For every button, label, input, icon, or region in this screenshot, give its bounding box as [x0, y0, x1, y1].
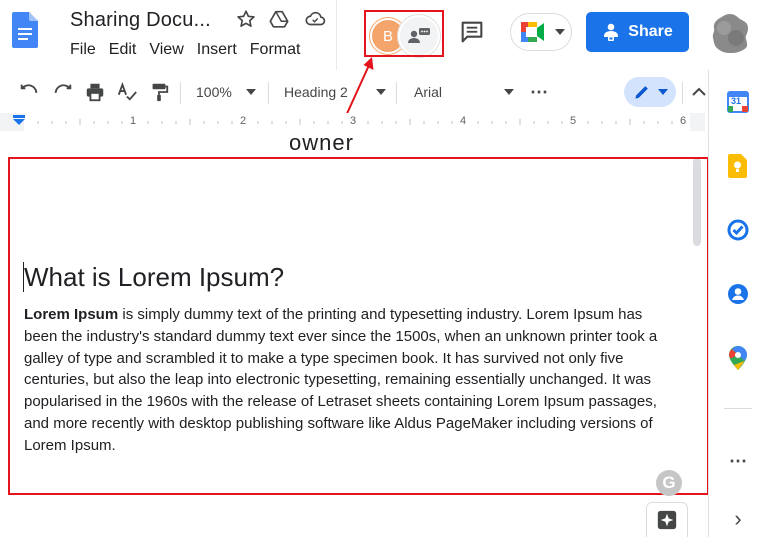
- print-icon[interactable]: [84, 74, 106, 110]
- menu-insert[interactable]: Insert: [197, 41, 244, 63]
- undo-icon[interactable]: [18, 74, 40, 110]
- account-avatar[interactable]: [708, 12, 752, 56]
- meet-button[interactable]: [510, 13, 572, 51]
- spelling-check-icon[interactable]: [116, 74, 138, 110]
- cloud-saved-icon[interactable]: [303, 8, 327, 32]
- style-dropdown-icon: [375, 89, 386, 95]
- calendar-day: 31: [731, 96, 742, 106]
- menu-bar: File Edit View Insert Format: [70, 41, 313, 63]
- maps-icon[interactable]: [722, 342, 754, 374]
- zoom-value: 100%: [196, 84, 232, 100]
- redo-icon[interactable]: [52, 74, 74, 110]
- share-button[interactable]: Share: [586, 12, 689, 52]
- zoom-dropdown-icon: [245, 89, 256, 95]
- document-highlight-box: [8, 157, 709, 495]
- editing-mode-button[interactable]: [624, 77, 676, 107]
- show-side-panel-chevron-icon[interactable]: ›: [722, 503, 754, 535]
- menu-edit[interactable]: Edit: [109, 41, 144, 63]
- explore-sparkle-icon: [657, 510, 677, 530]
- calendar-icon[interactable]: 31: [722, 86, 754, 118]
- star-icon[interactable]: [235, 8, 259, 32]
- move-to-drive-icon[interactable]: [268, 8, 292, 32]
- more-toolbar-options-icon[interactable]: ⋯: [530, 74, 548, 110]
- ruler-mark-5: 5: [570, 115, 577, 127]
- ruler-mark-2: 2: [240, 115, 247, 127]
- ruler-mark-1: 1: [130, 115, 137, 127]
- toolbar-divider: [180, 82, 181, 104]
- font-select[interactable]: Arial: [414, 74, 518, 110]
- paragraph-style-value: Heading 2: [284, 84, 348, 100]
- horizontal-ruler[interactable]: 1 2 3 4 5 6: [0, 113, 705, 131]
- owner-highlight-box: [364, 10, 444, 57]
- menu-file[interactable]: File: [70, 41, 103, 63]
- toolbar-divider: [268, 82, 269, 104]
- people-icon: [604, 23, 619, 41]
- docs-logo-icon[interactable]: [12, 12, 38, 48]
- more-addons-icon[interactable]: ⋯: [722, 445, 754, 477]
- explore-button[interactable]: [646, 502, 688, 537]
- toolbar-divider: [682, 82, 683, 104]
- owner-annotation-label: owner: [289, 130, 354, 155]
- side-panel-divider: [724, 408, 752, 409]
- mode-dropdown-icon: [658, 89, 668, 95]
- zoom-select[interactable]: 100%: [196, 74, 258, 110]
- contacts-icon[interactable]: [722, 278, 754, 310]
- font-value: Arial: [414, 84, 443, 100]
- menu-format[interactable]: Format: [250, 41, 308, 63]
- ruler-mark-3: 3: [350, 115, 357, 127]
- tasks-icon[interactable]: [722, 214, 754, 246]
- menu-view[interactable]: View: [149, 41, 190, 63]
- document-title[interactable]: Sharing Docu...: [70, 9, 211, 32]
- paragraph-style-select[interactable]: Heading 2: [284, 74, 388, 110]
- meet-dropdown-icon: [555, 29, 565, 35]
- keep-icon[interactable]: [722, 150, 754, 182]
- paint-format-icon[interactable]: [148, 74, 170, 110]
- pencil-icon: [635, 86, 648, 99]
- ruler-mark-4: 4: [460, 115, 467, 127]
- font-dropdown-icon: [504, 89, 515, 95]
- comment-history-icon[interactable]: [458, 18, 486, 46]
- hide-menus-chevron-icon[interactable]: [692, 74, 706, 110]
- grammarly-icon[interactable]: G: [656, 470, 682, 496]
- share-label: Share: [628, 23, 673, 40]
- ruler-mark-6: 6: [680, 115, 687, 127]
- editing-toolbar: 100% Heading 2 Arial ⋯: [0, 74, 706, 110]
- toolbar-divider: [396, 82, 397, 104]
